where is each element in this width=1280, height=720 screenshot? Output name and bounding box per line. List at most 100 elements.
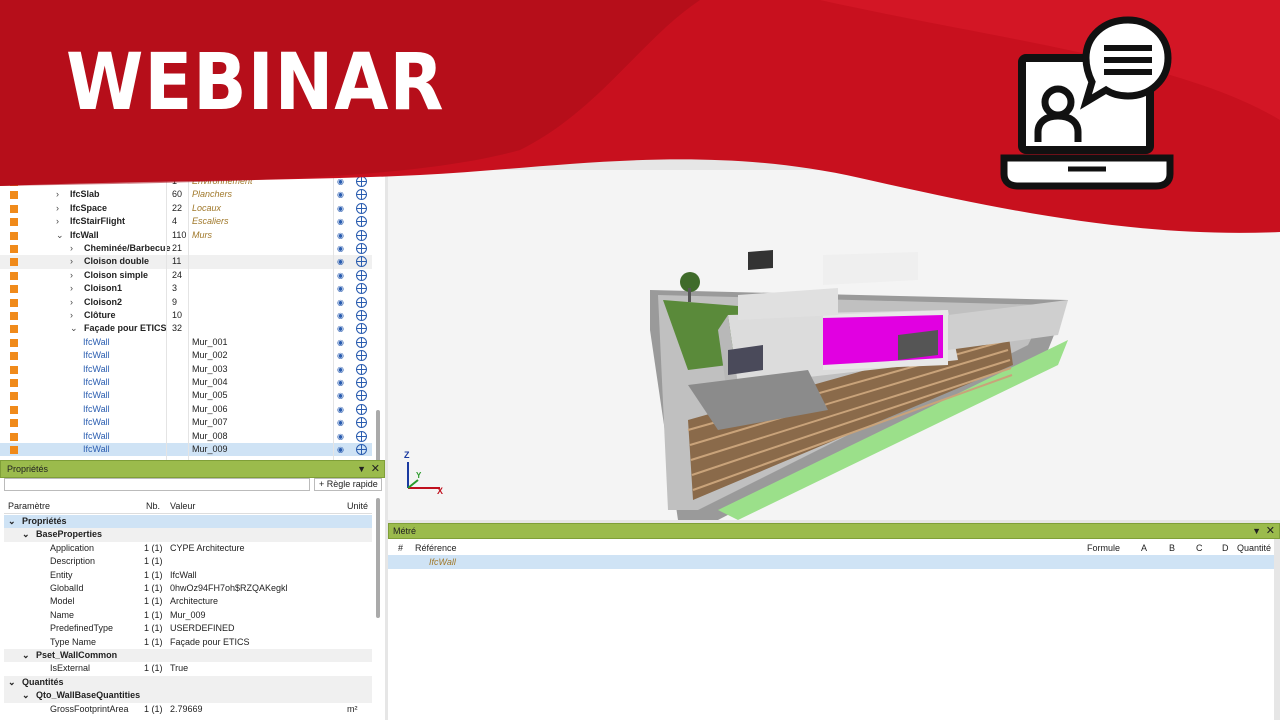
tree-row[interactable]: ⌄ IfcWall 110 Murs ◉: [0, 229, 372, 242]
expand-arrow-icon[interactable]: ›: [70, 255, 73, 268]
zoom-to-target-icon[interactable]: [356, 444, 367, 455]
property-row[interactable]: Model 1 (1) Architecture: [4, 595, 372, 608]
visibility-eye-icon[interactable]: ◉: [337, 403, 344, 416]
zoom-to-target-icon[interactable]: [356, 403, 367, 415]
col-b[interactable]: B: [1169, 543, 1175, 553]
property-group[interactable]: ⌄ Quantités: [4, 675, 372, 690]
property-row[interactable]: Description 1 (1): [4, 555, 372, 568]
3d-viewport[interactable]: Z Y X: [388, 170, 1280, 520]
building-model-3d[interactable]: [388, 170, 1280, 520]
visibility-eye-icon[interactable]: ◉: [337, 376, 344, 389]
tree-row[interactable]: IfcWall Mur_007 ◉: [0, 416, 372, 429]
tree-scrollbar[interactable]: [376, 410, 380, 460]
zoom-to-target-icon[interactable]: [356, 430, 367, 442]
col-param[interactable]: Paramètre: [8, 501, 50, 511]
collapse-arrow-icon[interactable]: ⌄: [22, 528, 30, 541]
tree-row[interactable]: IfcWall Mur_002 ◉: [0, 349, 372, 362]
zoom-to-target-icon[interactable]: [356, 310, 367, 321]
tree-row[interactable]: IfcWall Mur_008 ◉: [0, 430, 372, 443]
property-row[interactable]: IsExternal 1 (1) True: [4, 662, 372, 675]
tree-row[interactable]: › Cloison1 3 ◉: [0, 282, 372, 295]
expand-arrow-icon[interactable]: ›: [56, 188, 59, 201]
property-group[interactable]: ⌄ BaseProperties: [4, 528, 372, 542]
zoom-to-target-icon[interactable]: [356, 390, 367, 402]
zoom-to-target-icon[interactable]: [356, 323, 367, 335]
property-group[interactable]: ⌄ Propriétés: [4, 515, 372, 529]
property-filter-input[interactable]: [4, 478, 310, 491]
zoom-to-target-icon[interactable]: [356, 189, 367, 201]
tree-row[interactable]: IfcWall Mur_009 ◉: [0, 443, 372, 457]
visibility-eye-icon[interactable]: ◉: [337, 322, 344, 335]
tree-row[interactable]: › IfcSpace 22 Locaux ◉: [0, 202, 372, 215]
zoom-to-target-icon[interactable]: [356, 377, 367, 388]
visibility-eye-icon[interactable]: ◉: [337, 202, 344, 215]
property-group[interactable]: ⌄ Pset_WallCommon: [4, 649, 372, 663]
expand-arrow-icon[interactable]: ›: [70, 269, 73, 282]
visibility-eye-icon[interactable]: ◉: [337, 269, 344, 282]
tree-row[interactable]: › Cloison double 11 ◉: [0, 255, 372, 269]
tree-row[interactable]: 1 Environnement ◉: [0, 175, 372, 188]
col-num[interactable]: #: [398, 543, 403, 553]
visibility-eye-icon[interactable]: ◉: [337, 255, 344, 268]
expand-arrow-icon[interactable]: ›: [70, 282, 73, 295]
visibility-eye-icon[interactable]: ◉: [337, 416, 344, 429]
zoom-to-target-icon[interactable]: [356, 256, 367, 268]
visibility-eye-icon[interactable]: ◉: [337, 242, 344, 255]
collapse-arrow-icon[interactable]: ⌄: [56, 229, 64, 242]
tree-row[interactable]: IfcWall Mur_005 ◉: [0, 389, 372, 402]
tree-row[interactable]: IfcWall Mur_001 ◉: [0, 336, 372, 349]
collapse-icon[interactable]: ▼: [357, 461, 366, 477]
collapse-arrow-icon[interactable]: ⌄: [8, 676, 16, 689]
tree-row[interactable]: › Cloison2 9 ◉: [0, 296, 372, 309]
property-group[interactable]: ⌄ Qto_WallBaseQuantities: [4, 689, 372, 703]
visibility-eye-icon[interactable]: ◉: [337, 229, 344, 242]
zoom-to-target-icon[interactable]: [356, 350, 367, 362]
col-a[interactable]: A: [1141, 543, 1147, 553]
zoom-to-target-icon[interactable]: [356, 216, 367, 228]
zoom-to-target-icon[interactable]: [356, 336, 367, 348]
tree-row[interactable]: ⌄ Façade pour ETICS 32 ◉: [0, 322, 372, 335]
tree-row[interactable]: IfcWall Mur_006 ◉: [0, 403, 372, 416]
col-nb[interactable]: Nb.: [146, 501, 160, 511]
visibility-eye-icon[interactable]: ◉: [337, 309, 344, 322]
expand-arrow-icon[interactable]: ›: [56, 215, 59, 228]
zoom-to-target-icon[interactable]: [356, 363, 367, 375]
property-row[interactable]: PredefinedType 1 (1) USERDEFINED: [4, 622, 372, 635]
visibility-eye-icon[interactable]: ◉: [337, 188, 344, 201]
zoom-to-target-icon[interactable]: [356, 269, 367, 281]
zoom-to-target-icon[interactable]: [356, 283, 367, 295]
zoom-to-target-icon[interactable]: [356, 243, 367, 254]
tree-row[interactable]: › IfcStairFlight 4 Escaliers ◉: [0, 215, 372, 228]
visibility-eye-icon[interactable]: ◉: [337, 443, 344, 456]
col-unit[interactable]: Unité: [347, 501, 368, 511]
visibility-eye-icon[interactable]: ◉: [337, 296, 344, 309]
quick-rule-button[interactable]: + Règle rapide: [314, 478, 382, 491]
visibility-eye-icon[interactable]: ◉: [337, 349, 344, 362]
zoom-to-target-icon[interactable]: [356, 229, 367, 241]
visibility-eye-icon[interactable]: ◉: [337, 389, 344, 402]
expand-arrow-icon[interactable]: ›: [70, 309, 73, 322]
zoom-to-target-icon[interactable]: [356, 417, 367, 429]
property-row[interactable]: Entity 1 (1) IfcWall: [4, 569, 372, 582]
col-reference[interactable]: Référence: [415, 543, 457, 553]
collapse-arrow-icon[interactable]: ⌄: [8, 515, 16, 528]
property-row[interactable]: Name 1 (1) Mur_009: [4, 609, 372, 622]
collapse-icon[interactable]: ▼: [1252, 524, 1261, 538]
col-c[interactable]: C: [1196, 543, 1203, 553]
visibility-eye-icon[interactable]: ◉: [337, 363, 344, 376]
zoom-to-target-icon[interactable]: [356, 296, 367, 308]
metre-row[interactable]: IfcWall: [388, 555, 1274, 569]
tree-row[interactable]: › Cloison simple 24 ◉: [0, 269, 372, 282]
close-icon[interactable]: ✕: [1266, 524, 1275, 538]
col-quantity[interactable]: Quantité: [1237, 543, 1271, 553]
collapse-arrow-icon[interactable]: ⌄: [22, 649, 30, 662]
zoom-to-target-icon[interactable]: [356, 176, 367, 187]
col-value[interactable]: Valeur: [170, 501, 195, 511]
property-row[interactable]: GrossFootprintArea 1 (1) 2.79669 m²: [4, 703, 372, 716]
collapse-arrow-icon[interactable]: ⌄: [70, 322, 78, 335]
property-row[interactable]: Application 1 (1) CYPE Architecture: [4, 542, 372, 555]
properties-scrollbar[interactable]: [376, 498, 380, 618]
tree-row[interactable]: › Cheminée/Barbecue 21 ◉: [0, 242, 372, 255]
visibility-eye-icon[interactable]: ◉: [337, 175, 344, 188]
tree-row[interactable]: IfcWall Mur_004 ◉: [0, 376, 372, 389]
